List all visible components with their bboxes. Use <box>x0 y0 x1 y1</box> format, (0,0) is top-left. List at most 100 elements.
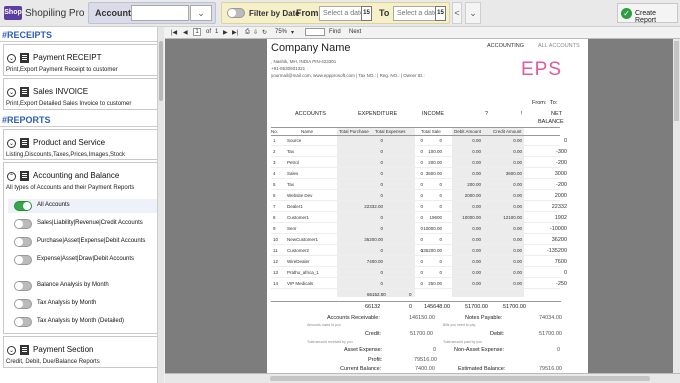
option-balance-analysis[interactable]: Balance Analysis by Month <box>8 279 158 293</box>
toggle-switch[interactable] <box>14 281 32 291</box>
payment-receipt-card[interactable]: ⌄ Payment RECEIPT Print,Export Payment R… <box>3 44 160 76</box>
page-number-input[interactable]: 1 <box>193 28 201 36</box>
option-all-accounts[interactable]: All Accounts <box>8 199 158 213</box>
accounts-input[interactable] <box>131 5 189 21</box>
accounts-receivable-note: Amounts owed to you <box>307 323 341 327</box>
filter-by-date-toggle[interactable] <box>227 8 245 18</box>
chevron-down-icon[interactable]: ⌄ <box>7 346 16 355</box>
table-cell: 0 <box>380 270 383 275</box>
page-count: 1 <box>215 29 219 35</box>
payment-receipt-title: Payment RECEIPT <box>33 53 102 62</box>
sidebar-scrollbar[interactable] <box>157 27 164 383</box>
table-cell: 9 <box>273 226 276 231</box>
table-cell: 0 <box>420 204 423 209</box>
profit-label: Profit: <box>368 357 383 363</box>
table-cell: Website Dev <box>287 193 313 198</box>
company-logo: EPS <box>521 59 563 80</box>
credit-note: Total amount received by you <box>307 340 353 344</box>
scrollbar-thumb[interactable] <box>159 41 163 101</box>
table-cell: Dealer1 <box>287 204 303 209</box>
accounts-dropdown-button[interactable]: ⌄ <box>190 5 212 21</box>
more-options-button[interactable]: ⌄ <box>465 2 481 24</box>
accounting-balance-desc: All types of Accounts and their Payment … <box>6 185 135 191</box>
table-cell: 0.00 <box>472 226 481 231</box>
nav-back-button[interactable]: < <box>452 2 462 24</box>
scrollbar-thumb[interactable] <box>674 41 679 121</box>
report-heading-scope: ALL ACCOUNTS <box>538 43 580 49</box>
table-cell: 5 <box>273 182 276 187</box>
option-tax-analysis[interactable]: Tax Analysis by Month <box>8 297 158 311</box>
to-calendar-icon[interactable]: 15 <box>435 6 446 21</box>
chevron-down-icon[interactable]: ⌄ <box>7 54 16 63</box>
next-button[interactable]: Next <box>349 29 361 35</box>
toggle-switch[interactable] <box>14 237 32 247</box>
toggle-switch[interactable] <box>14 255 32 265</box>
table-cell: 2 <box>273 149 276 154</box>
table-cell: 0.00 <box>472 149 481 154</box>
option-purchase-asset[interactable]: Purchase|Asset|Expense|Debit Accounts <box>8 235 158 249</box>
toggle-switch[interactable] <box>14 201 32 211</box>
col-net: NET <box>551 111 562 117</box>
report-vertical-scrollbar[interactable] <box>673 39 680 373</box>
table-cell: 0.00 <box>472 171 481 176</box>
scrollbar-thumb[interactable] <box>270 376 650 381</box>
table-cell: 0 <box>420 160 423 165</box>
table-cell: 1 <box>273 138 276 143</box>
first-page-icon[interactable]: |◀ <box>171 29 177 36</box>
option-sales-liability[interactable]: Sales|Liability|Revenue|Credit Accounts <box>8 217 158 231</box>
prev-page-icon[interactable]: ◀ <box>183 29 188 36</box>
table-cell: 0 <box>380 215 383 220</box>
zoom-level[interactable]: 75% <box>275 29 287 35</box>
sales-invoice-title: Sales INVOICE <box>33 87 89 96</box>
accounts-receivable-value: 146150.00 <box>409 315 435 321</box>
sales-invoice-card[interactable]: ⌄ Sales INVOICE Print,Export Detailed Sa… <box>3 78 160 110</box>
chevron-up-icon[interactable]: ⌃ <box>7 172 16 181</box>
table-row: 13 Pratho_africa_1 0 0 0 0.00 0.00 0 <box>271 269 567 278</box>
table-cell: 22332.00 <box>364 204 383 209</box>
table-cell: -135200 <box>546 248 567 254</box>
chevron-down-icon[interactable]: ⌄ <box>7 88 16 97</box>
table-cell: VIP Medicals <box>287 281 314 286</box>
chevron-down-icon[interactable]: ⌄ <box>7 139 16 148</box>
date-filter-panel: Filter by Date From Select a date 15 To … <box>221 2 450 24</box>
find-button[interactable]: Find <box>329 29 341 35</box>
col-income: INCOME <box>422 111 444 117</box>
payment-section-desc: Credit, Debit, Due/Balance Reports <box>6 359 100 365</box>
payment-section-card[interactable]: ⌄ Payment Section Credit, Debit, Due/Bal… <box>3 336 160 368</box>
summary-section: Accounts Receivable: 146150.00 Amounts o… <box>307 314 565 373</box>
from-calendar-icon[interactable]: 15 <box>361 6 372 21</box>
last-page-icon[interactable]: ▶| <box>232 29 238 36</box>
option-expense-asset[interactable]: Expense|Asset|Draw|Debit Accounts <box>8 253 158 267</box>
export-icon[interactable]: ⇩ <box>253 29 258 36</box>
print-icon[interactable]: ⎙ <box>245 29 250 36</box>
table-cell: 0 <box>439 138 442 143</box>
table-cell: 0.00 <box>513 204 522 209</box>
table-cell: 0 <box>420 171 423 176</box>
credit-label: Credit: <box>365 331 382 337</box>
product-service-desc: Listing,Discounts,Taxes,Prices,Images,St… <box>6 152 126 158</box>
document-icon <box>20 53 29 63</box>
accounts-label: Accounts <box>95 8 137 18</box>
toggle-switch[interactable] <box>14 219 32 229</box>
option-tax-analysis-detailed[interactable]: Tax Analysis by Month (Detailed) <box>8 315 158 329</box>
toggle-switch[interactable] <box>14 317 32 327</box>
create-report-button[interactable]: ✓ Create Report <box>617 3 678 24</box>
find-input[interactable] <box>305 28 325 36</box>
toggle-switch[interactable] <box>14 299 32 309</box>
next-page-icon[interactable]: ▶ <box>223 29 228 36</box>
table-cell: 0.00 <box>472 138 481 143</box>
credit-value: 51700.00 <box>410 331 433 337</box>
refresh-icon[interactable]: ↻ <box>262 29 267 36</box>
report-horizontal-scrollbar[interactable] <box>165 373 680 383</box>
company-contact: yourmail@mail.com, www.eppprosoft.com | … <box>271 73 425 78</box>
product-service-card[interactable]: ⌄ Product and Service Listing,Discounts,… <box>3 129 160 160</box>
sidebar: #RECEIPTS ⌄ Payment RECEIPT Print,Export… <box>0 27 164 383</box>
table-cell: 0 <box>563 270 567 276</box>
table-row: 1 Source 0 0 0 0.00 0.00 0 <box>271 137 567 146</box>
accounting-balance-title: Accounting and Balance <box>33 171 120 180</box>
report-page: Company Name ACCOUNTING ALL ACCOUNTS , N… <box>267 39 588 373</box>
app-title: Shopiling Pro <box>25 8 85 19</box>
table-cell: 19600 <box>429 215 442 220</box>
debit-label: Debit: <box>490 331 505 337</box>
zoom-dropdown-icon[interactable]: ▾ <box>291 29 294 36</box>
